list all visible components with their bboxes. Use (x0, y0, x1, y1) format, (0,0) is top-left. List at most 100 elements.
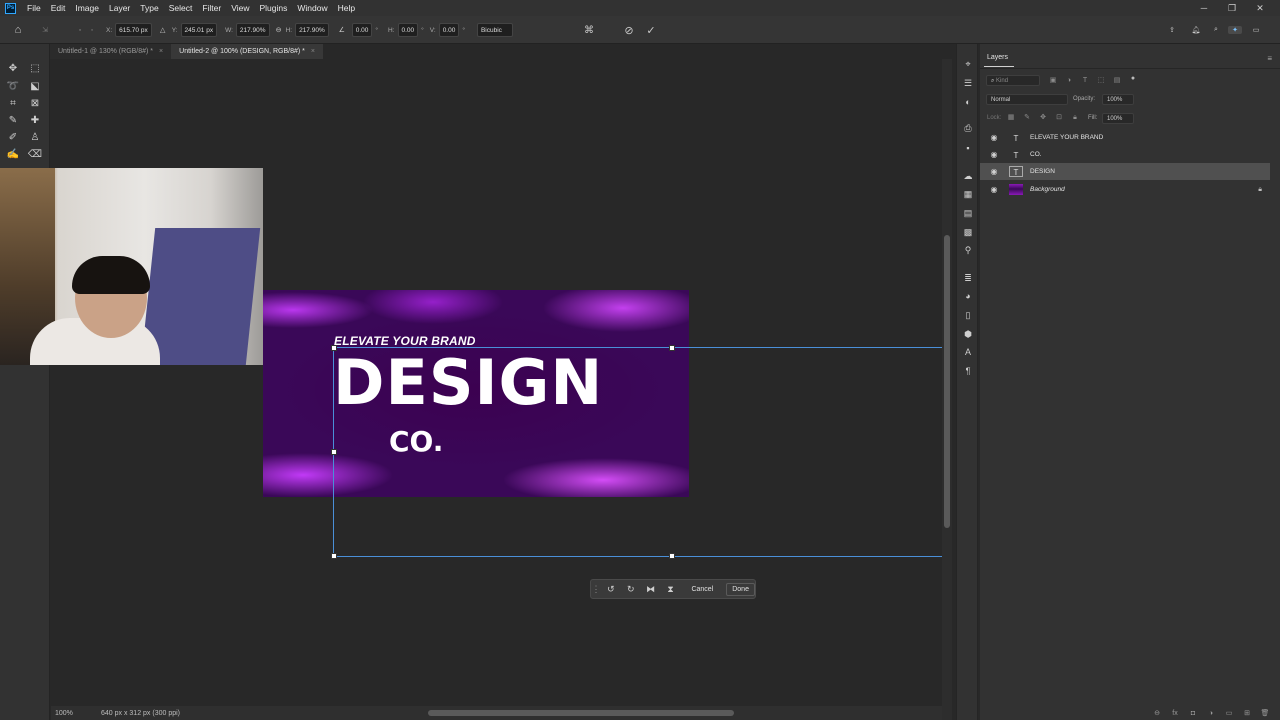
filter-type-icon[interactable]: T (1080, 76, 1090, 86)
color-panel-icon[interactable]: ◐ (962, 96, 974, 108)
layers-panel-title[interactable]: Layers (987, 54, 1008, 61)
move-transform-icon[interactable]: ⇲ (38, 26, 52, 34)
filter-adjustment-icon[interactable]: ◑ (1064, 76, 1074, 86)
layer-row-co[interactable]: ◉ T CO. (980, 146, 1270, 163)
link-layers-icon[interactable]: ⊖ (1148, 709, 1166, 717)
menu-plugins[interactable]: Plugins (254, 0, 292, 16)
lock-icon[interactable]: 🔒︎ (1258, 186, 1262, 194)
healing-brush-icon[interactable]: ✚ (27, 113, 43, 129)
marquee-tool-icon[interactable]: ⬚ (27, 61, 43, 77)
object-selection-icon[interactable]: ⬕ (27, 79, 43, 95)
layer-row-elevate-your-brand[interactable]: ◉ T ELEVATE YOUR BRAND (980, 129, 1270, 146)
artwork-headline[interactable]: DESIGN (333, 348, 603, 418)
horizontal-scrollbar[interactable] (428, 710, 734, 716)
fill-field[interactable]: 100% (1102, 113, 1134, 124)
layer-name[interactable]: Background (1030, 186, 1065, 193)
visibility-eye-icon[interactable]: ◉ (988, 150, 1000, 159)
layer-name[interactable]: ELEVATE YOUR BRAND (1030, 134, 1103, 141)
character-panel-icon[interactable]: A (962, 346, 974, 358)
vskew-field[interactable]: 0.00 (438, 23, 460, 37)
tab-untitled-1[interactable]: Untitled-1 @ 130% (RGB/8#) * × (50, 44, 172, 59)
notification-bell-icon[interactable]: 🔔︎ (1188, 26, 1204, 34)
shapes-panel-icon[interactable]: ⬢ (962, 328, 974, 340)
menu-type[interactable]: Type (135, 0, 163, 16)
zoom-level[interactable]: 100% (55, 710, 73, 717)
x-field[interactable]: 615.70 px (115, 23, 152, 37)
lock-position-icon[interactable]: ✥ (1038, 113, 1048, 123)
cancel-transform-icon[interactable]: ⊘ (622, 24, 636, 37)
cancel-button[interactable]: Cancel (686, 584, 718, 595)
visibility-eye-icon[interactable]: ◉ (988, 185, 1000, 194)
layer-name[interactable]: DESIGN (1030, 168, 1055, 175)
transform-handle-bottom-left[interactable] (331, 553, 337, 559)
filter-shape-icon[interactable]: ⬚ (1096, 76, 1106, 86)
lasso-tool-icon[interactable]: ➰ (5, 79, 21, 95)
swatches-panel-icon[interactable]: ▦ (962, 188, 974, 200)
new-group-icon[interactable]: ▭ (1220, 709, 1238, 717)
tab-close-icon[interactable]: × (159, 48, 163, 55)
drag-handle-icon[interactable]: ⋮ (591, 584, 601, 595)
frame-tool-icon[interactable]: ⊠ (27, 96, 43, 112)
search-icon[interactable]: ⌕ (1208, 26, 1224, 34)
properties-panel-icon[interactable]: ☰ (962, 77, 974, 89)
menu-help[interactable]: Help (333, 0, 360, 16)
reference-point-icon[interactable]: ▫ (74, 27, 86, 34)
done-button[interactable]: Done (726, 582, 755, 596)
eraser-tool-icon[interactable]: ⌫ (27, 147, 43, 163)
link-icon[interactable]: ⊖ (272, 26, 286, 34)
relative-position-icon[interactable]: △ (156, 26, 170, 34)
minimize-icon[interactable]: ─ (1190, 0, 1218, 16)
lock-artboard-icon[interactable]: ⊡ (1054, 113, 1064, 123)
hskew-field[interactable]: 0.00 (397, 23, 419, 37)
transform-handle-middle-left[interactable] (331, 449, 337, 455)
flip-vertical-icon[interactable]: ⧗ (661, 584, 681, 595)
adjustment-layer-icon[interactable]: ◑ (1202, 710, 1220, 717)
lock-pixels-icon[interactable]: ✎ (1022, 113, 1032, 123)
history-brush-icon[interactable]: ✍ (5, 147, 21, 163)
visibility-eye-icon[interactable]: ◉ (988, 133, 1000, 142)
eyedropper-icon[interactable]: ✎ (5, 113, 21, 129)
reference-grid-icon[interactable]: ◦ (86, 27, 98, 34)
menu-edit[interactable]: Edit (46, 0, 71, 16)
adjustments-panel-icon[interactable]: ⎙ (962, 122, 974, 134)
tab-untitled-2[interactable]: Untitled-2 @ 100% (DESIGN, RGB/8#) * × (171, 44, 323, 59)
add-mask-icon[interactable]: ◘ (1184, 710, 1202, 717)
document-canvas[interactable]: ELEVATE YOUR BRAND DESIGN CO. (263, 290, 689, 497)
discover-icon[interactable]: ✦ (1228, 26, 1242, 34)
artwork-subline[interactable]: CO. (389, 426, 443, 458)
restore-icon[interactable]: ❐ (1218, 0, 1246, 16)
angle-field[interactable]: 0.00 (351, 23, 373, 37)
layer-style-icon[interactable]: fx (1166, 710, 1184, 717)
lock-transparency-icon[interactable]: ▦ (1006, 113, 1016, 123)
filter-pixel-icon[interactable]: ▣ (1048, 76, 1058, 86)
height-field[interactable]: 217.90% (295, 23, 329, 37)
filter-smartobject-icon[interactable]: ▤ (1112, 76, 1122, 86)
layer-name[interactable]: CO. (1030, 151, 1042, 158)
tab-close-icon[interactable]: × (311, 48, 315, 55)
new-layer-icon[interactable]: ⊞ (1238, 709, 1256, 717)
share-icon[interactable]: ⇪ (1164, 26, 1180, 34)
menu-layer[interactable]: Layer (104, 0, 135, 16)
transform-handle-top-middle[interactable] (669, 345, 675, 351)
menu-file[interactable]: File (22, 0, 46, 16)
styles-panel-icon[interactable]: ◕ (962, 290, 974, 302)
gradients-panel-icon[interactable]: ▤ (962, 207, 974, 219)
transform-handle-bottom-middle[interactable] (669, 553, 675, 559)
menu-view[interactable]: View (226, 0, 254, 16)
menu-select[interactable]: Select (164, 0, 198, 16)
brush-tool-icon[interactable]: ✐ (5, 130, 21, 146)
layer-filter-select[interactable]: ⌕ Kind (986, 75, 1040, 86)
paths-panel-icon[interactable]: ⚲ (962, 244, 974, 256)
interpolation-select[interactable]: Bicubic (476, 23, 513, 37)
paragraph-panel-icon[interactable]: ¶ (962, 365, 974, 377)
warp-icon[interactable]: ⌘ (582, 25, 596, 36)
y-field[interactable]: 245.01 px (180, 23, 218, 37)
menu-window[interactable]: Window (292, 0, 332, 16)
lock-all-icon[interactable]: 🔒︎ (1070, 113, 1080, 123)
workspace-icon[interactable]: ▭ (1248, 26, 1264, 34)
visibility-eye-icon[interactable]: ◉ (988, 167, 1000, 176)
close-icon[interactable]: ✕ (1246, 0, 1274, 16)
libraries-panel-icon[interactable]: ☁ (962, 170, 974, 182)
document-info[interactable]: 640 px x 312 px (300 ppi) (101, 710, 180, 717)
layer-row-background[interactable]: ◉ Background 🔒︎ (980, 181, 1270, 198)
